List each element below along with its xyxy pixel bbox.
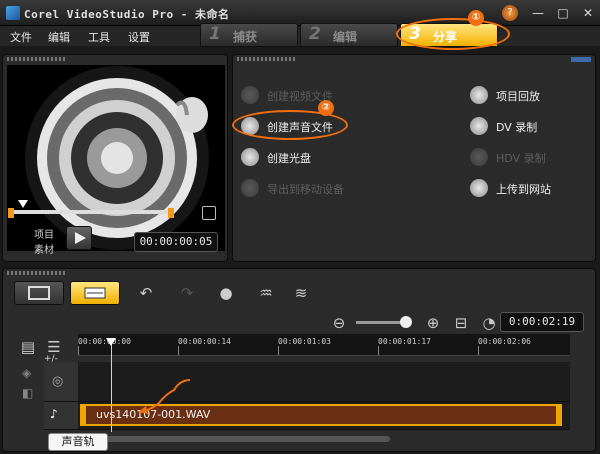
ruler-tick-label: 00:00:01:17 [378, 337, 431, 346]
share-label: 导出到移动设备 [267, 183, 344, 196]
scrub-handle[interactable] [18, 200, 28, 208]
annotation-badge-1: ① [468, 10, 484, 26]
share-create-video-file[interactable]: 创建视频文件 [241, 84, 381, 106]
playhead[interactable] [111, 340, 112, 432]
step-label: 捕获 [233, 30, 258, 44]
overlay-track-header[interactable]: ◎ [44, 362, 78, 402]
sound-track-header[interactable]: ♪ [44, 402, 78, 430]
ruler-tick-label: 00:00:00:00 [78, 337, 131, 346]
share-label: 项目回放 [496, 90, 540, 103]
step-number: 2 [309, 24, 321, 44]
annotation-badge-2: ② [318, 100, 334, 116]
disc-icon [241, 148, 259, 166]
timeline-timecode[interactable]: 0:00:02:19 [500, 312, 584, 332]
share-dv-record[interactable]: DV 录制 [470, 115, 590, 137]
filmstrip-icon [28, 286, 50, 300]
track-visibility-icon[interactable]: ◈ [22, 366, 31, 380]
overlay-track-icon: ◎ [52, 374, 64, 389]
share-export-mobile[interactable]: 导出到移动设备 [241, 177, 381, 199]
share-project-playback[interactable]: 项目回放 [470, 84, 590, 106]
sound-track-tooltip: 声音轨 [48, 433, 108, 451]
step-number: 1 [209, 24, 221, 44]
maximize-icon[interactable]: □ [555, 5, 571, 21]
mode-clip[interactable]: 素材 [34, 241, 54, 256]
ruler-tick [378, 346, 379, 355]
speaker-image [25, 66, 209, 250]
ruler-tick [478, 346, 479, 355]
share-upload-web[interactable]: 上传到网站 [470, 177, 590, 199]
timeline-ruler[interactable]: 00:00:00:00 00:00:00:14 00:00:01:03 00:0… [78, 334, 570, 356]
track-manager-icon[interactable]: ▤ [18, 338, 38, 356]
ruler-tick [178, 346, 179, 355]
film-reel-icon [241, 86, 259, 104]
window-title: Corel VideoStudio Pro - 未命名 [24, 8, 230, 21]
timeline-icon [84, 287, 106, 299]
mode-project[interactable]: 项目 [34, 226, 54, 241]
ruler-tick-label: 00:00:01:03 [278, 337, 331, 346]
camcorder-icon [470, 117, 488, 135]
ruler-tick-label: 00:00:02:06 [478, 337, 531, 346]
globe-icon [470, 179, 488, 197]
play-button[interactable] [66, 226, 92, 250]
step-tab-edit[interactable]: 2 编辑 [300, 23, 398, 47]
ruler-tick-label: 00:00:00:14 [178, 337, 231, 346]
fit-project-icon[interactable]: ⊟ [450, 314, 472, 332]
trim-end-marker[interactable] [168, 208, 174, 218]
menu-settings[interactable]: 设置 [128, 29, 150, 45]
step-label: 编辑 [333, 30, 358, 44]
panel-menu-icon[interactable] [571, 57, 591, 62]
zoom-out-icon[interactable]: ⊖ [328, 314, 350, 332]
share-label: DV 录制 [496, 121, 538, 134]
minimize-icon[interactable]: — [530, 5, 546, 21]
share-label: 创建光盘 [267, 152, 311, 165]
record-capture-icon[interactable]: ● [215, 284, 237, 302]
auto-music-icon[interactable]: ≋ [290, 284, 312, 302]
redo-icon[interactable]: ↷ [176, 284, 198, 302]
share-label: 上传到网站 [496, 183, 551, 196]
zoom-in-icon[interactable]: ⊕ [422, 314, 444, 332]
annotation-arrow [138, 379, 191, 414]
help-icon[interactable]: ? [502, 5, 518, 21]
share-label: HDV 录制 [496, 152, 546, 165]
ruler-tick [278, 346, 279, 355]
trim-start-marker[interactable] [8, 208, 14, 218]
mobile-device-icon [241, 179, 259, 197]
share-hdv-record[interactable]: HDV 录制 [470, 146, 590, 168]
scrub-bar[interactable] [12, 210, 174, 214]
playhead-marker[interactable] [106, 338, 116, 346]
timeline-view-button[interactable] [70, 281, 120, 305]
panel-grip [7, 271, 67, 275]
timeline-scrollbar[interactable] [90, 436, 390, 442]
menu-tools[interactable]: 工具 [88, 29, 110, 45]
zoom-slider-thumb[interactable] [400, 316, 412, 328]
undo-icon[interactable]: ↶ [135, 284, 157, 302]
annotation-oval-share [396, 18, 510, 50]
audio-mixer-icon[interactable]: ♒ [255, 284, 277, 302]
preview-window [7, 65, 225, 251]
lock-track-icon[interactable]: ◧ [22, 386, 33, 400]
app-logo-icon [6, 6, 20, 20]
storyboard-view-button[interactable] [14, 281, 64, 305]
step-tab-capture[interactable]: 1 捕获 [200, 23, 298, 47]
title-bar: Corel VideoStudio Pro - 未命名 ? — □ ✕ [0, 0, 600, 26]
ruler-tick [78, 346, 79, 355]
menu-file[interactable]: 文件 [10, 29, 32, 45]
hdv-camcorder-icon [470, 148, 488, 166]
share-create-disc[interactable]: 创建光盘 [241, 146, 381, 168]
play-icon [75, 232, 86, 244]
panel-grip [237, 57, 297, 61]
sound-track-icon: ♪ [50, 407, 58, 421]
enlarge-preview-icon[interactable] [202, 206, 216, 220]
clock-icon: ◔ [482, 314, 496, 332]
menu-edit[interactable]: 编辑 [48, 29, 70, 45]
film-playback-icon [470, 86, 488, 104]
panel-grip [7, 57, 67, 61]
close-icon[interactable]: ✕ [580, 5, 596, 21]
preview-timecode[interactable]: 00:00:00:05 [134, 232, 218, 252]
